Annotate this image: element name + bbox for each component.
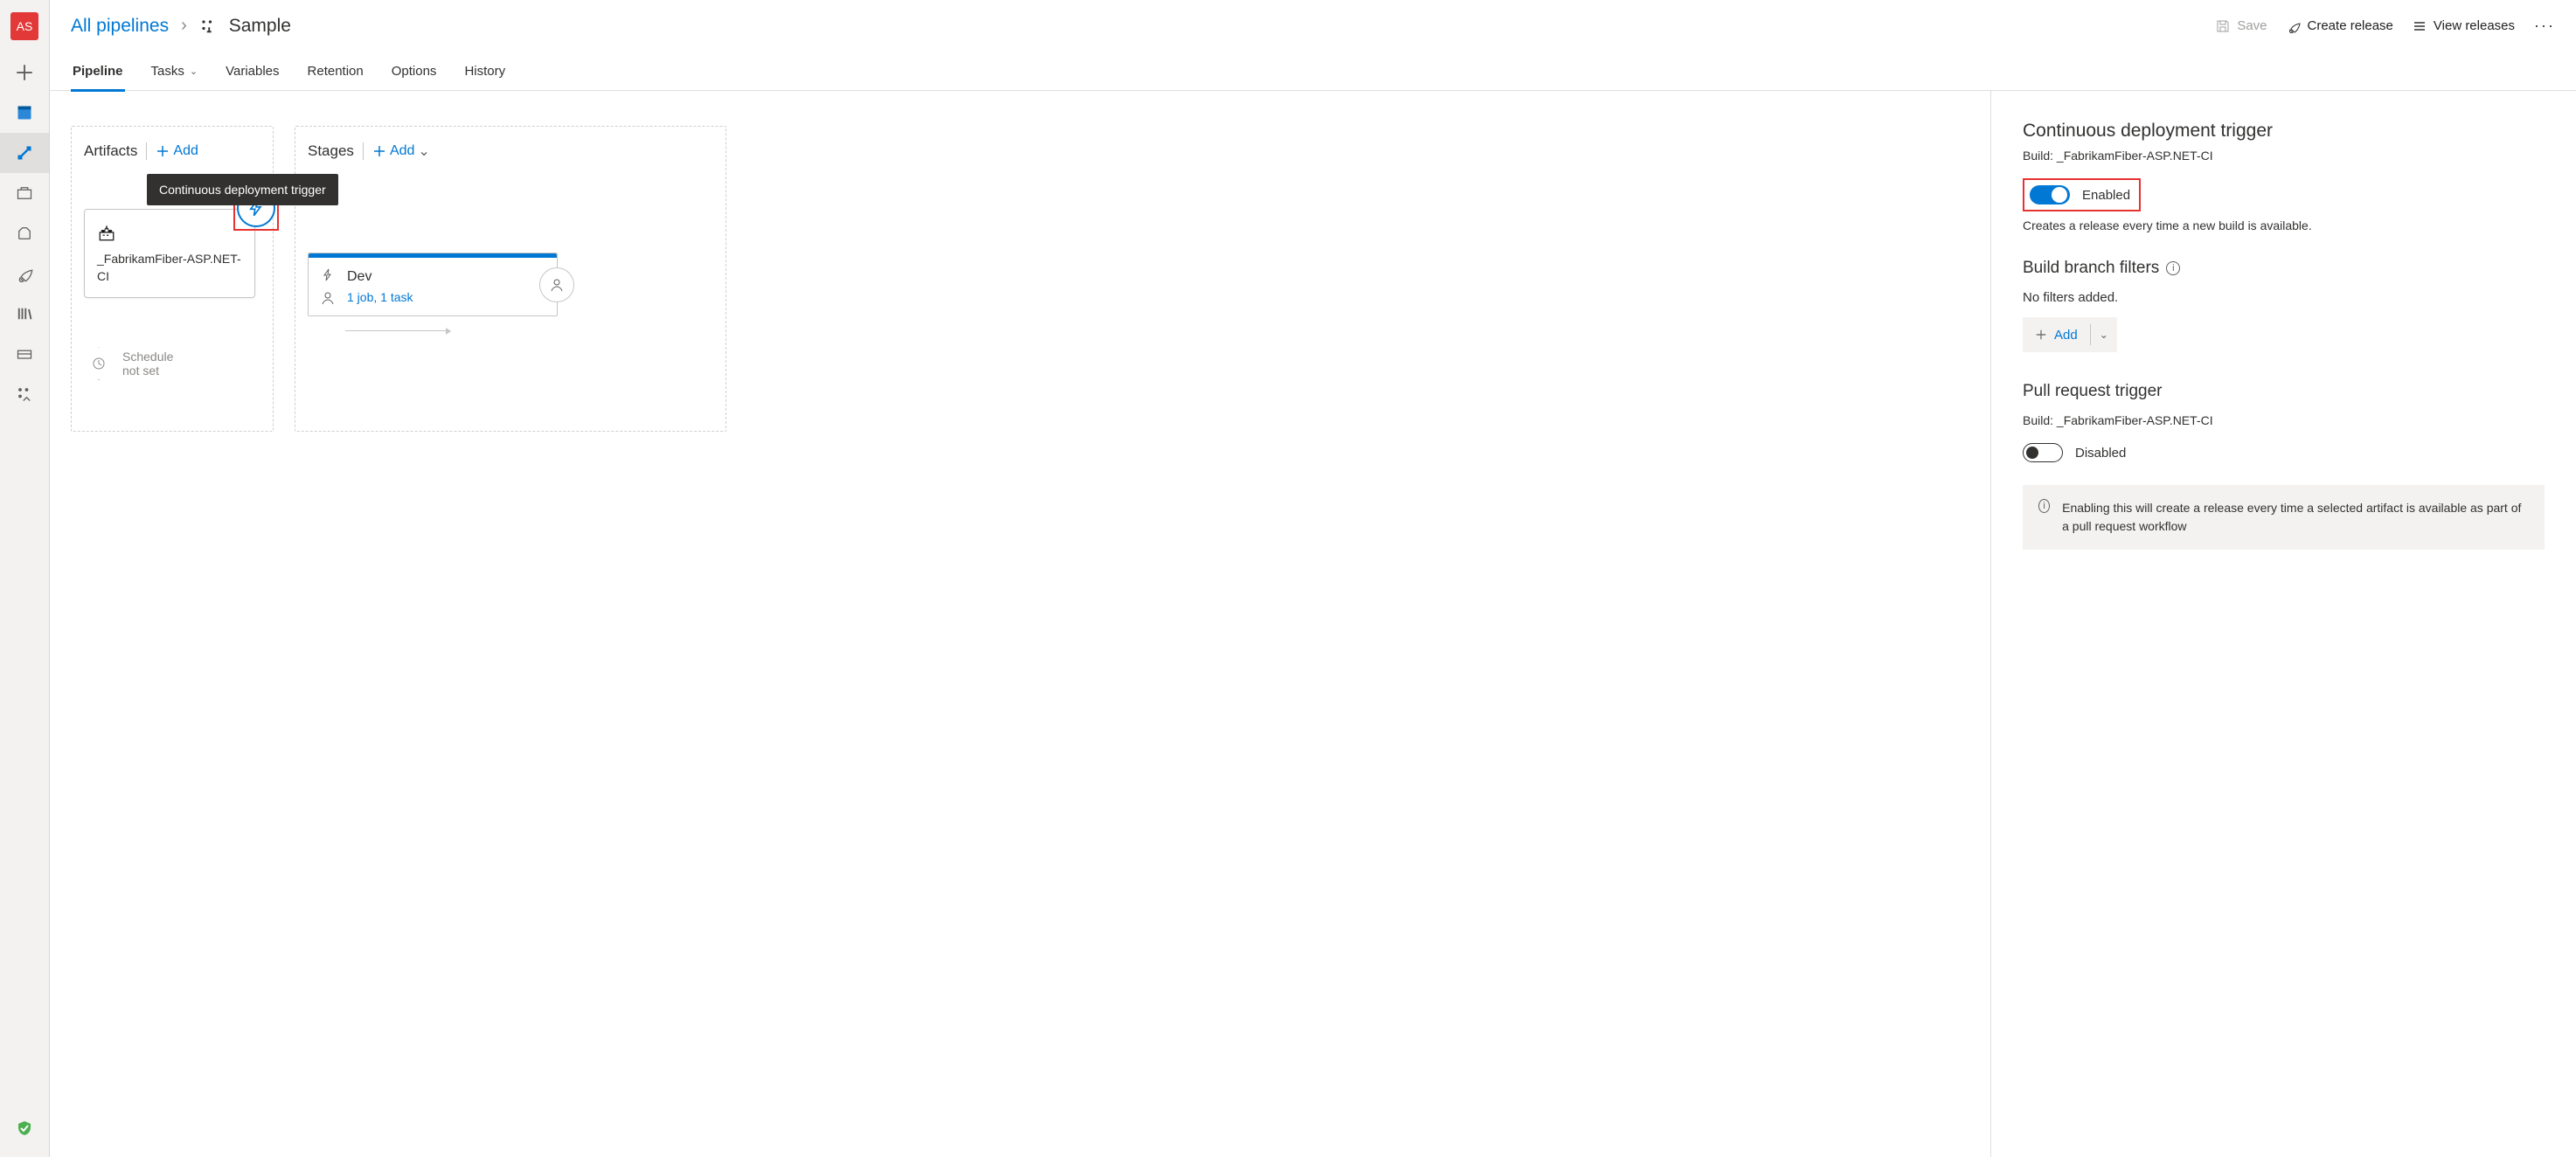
info-icon[interactable]: i [2166,261,2180,275]
person-icon [321,291,335,305]
person-icon [550,278,564,292]
pr-info-text: Enabling this will create a release ever… [2062,499,2529,536]
settings-panel: Continuous deployment trigger Build: _Fa… [1990,91,2576,1157]
info-icon: i [2038,499,2050,513]
lightning-small-icon [321,268,335,282]
pr-trigger-heading: Pull request trigger [2023,382,2545,401]
artifact-name: _FabrikamFiber-ASP.NET-CI [97,251,242,285]
predeploy-conditions[interactable] [321,268,335,305]
nav-boards[interactable] [0,93,49,133]
add-artifact-label: Add [173,143,198,159]
nav-library-icon[interactable] [0,294,49,334]
pr-enabled-toggle[interactable] [2023,443,2063,462]
breadcrumb-root-link[interactable]: All pipelines [71,16,169,37]
stages-section: Stages Add ⌄ [295,126,726,432]
schedule-chip[interactable]: Schedule not set [84,347,260,380]
view-releases-label: View releases [2434,18,2515,33]
nav-artifacts[interactable] [0,213,49,253]
add-artifact-button[interactable]: Add [156,143,198,159]
stage-jobs-link[interactable]: 1 job, 1 task [347,290,413,304]
add-filter-label: Add [2054,328,2078,343]
tab-history[interactable]: History [462,52,507,91]
cd-description: Creates a release every time a new build… [2023,218,2545,232]
pr-info-bar: i Enabling this will create a release ev… [2023,485,2545,550]
schedule-text: Schedule not set [122,350,184,378]
nav-security-shield-icon[interactable] [0,1108,49,1148]
build-source-icon [97,224,242,246]
postdeploy-conditions[interactable] [539,267,574,302]
add-stage-button[interactable]: Add ⌄ [372,142,430,160]
plus-icon [156,144,170,158]
page-title: Sample [229,16,291,37]
plus-icon [2035,329,2047,341]
nav-deploygroups-icon[interactable] [0,374,49,414]
branch-filters-label: Build branch filters [2023,259,2159,278]
cd-trigger-tooltip: Continuous deployment trigger [147,174,338,205]
nav-taskgroups-icon[interactable] [0,334,49,374]
pipeline-canvas: Artifacts Add Continuous deployment trig… [50,91,1990,1157]
add-filter-dropdown[interactable]: ⌄ [2091,329,2117,341]
stage-name: Dev [347,269,413,285]
tab-tasks[interactable]: Tasks ⌄ [149,52,200,91]
tab-variables[interactable]: Variables [224,52,281,91]
artifact-card[interactable]: _FabrikamFiber-ASP.NET-CI [84,209,255,298]
clock-icon [92,357,106,371]
save-icon [2216,19,2230,33]
breadcrumb-separator: › [181,16,187,36]
cd-trigger-heading: Continuous deployment trigger [2023,121,2545,142]
avatar[interactable]: AS [10,12,38,40]
create-release-label: Create release [2308,18,2393,33]
left-nav-rail: AS [0,0,50,1157]
list-icon [2413,19,2427,33]
branch-filters-heading: Build branch filters i [2023,259,2545,278]
cd-enabled-toggle[interactable] [2030,185,2070,204]
stages-title: Stages [308,142,354,160]
tab-options[interactable]: Options [390,52,439,91]
add-filter-main[interactable]: Add [2023,328,2090,343]
pr-disabled-label: Disabled [2075,446,2126,461]
artifacts-title: Artifacts [84,142,137,160]
release-definition-icon [199,17,217,35]
page-header: All pipelines › Sample Save Create relea… [50,0,2576,52]
tab-pipeline[interactable]: Pipeline [71,52,125,91]
create-release-button[interactable]: Create release [2287,18,2393,33]
breadcrumb: All pipelines › Sample [71,16,291,37]
no-filters-text: No filters added. [2023,290,2545,305]
view-releases-button[interactable]: View releases [2413,18,2515,33]
tab-retention[interactable]: Retention [306,52,365,91]
schedule-hex-icon [84,347,114,380]
divider [363,142,364,160]
pr-build-label: Build: _FabrikamFiber-ASP.NET-CI [2023,413,2545,427]
cd-enabled-label: Enabled [2082,188,2130,203]
plus-icon [372,144,386,158]
add-filter-splitbutton[interactable]: Add ⌄ [2023,317,2117,352]
cd-build-label: Build: _FabrikamFiber-ASP.NET-CI [2023,149,2545,163]
chevron-down-icon: ⌄ [190,66,198,77]
divider [146,142,147,160]
rocket-icon [2287,19,2301,33]
nav-add[interactable] [0,52,49,93]
chevron-down-icon: ⌄ [418,142,429,160]
artifacts-section: Artifacts Add Continuous deployment trig… [71,126,274,432]
tab-tasks-label: Tasks [151,64,184,79]
nav-pipelines[interactable] [0,133,49,173]
stage-card[interactable]: Dev 1 job, 1 task [308,253,558,316]
save-button[interactable]: Save [2216,18,2267,33]
nav-repos[interactable] [0,173,49,213]
nav-rocket-icon[interactable] [0,253,49,294]
save-label: Save [2237,18,2267,33]
enabled-highlight: Enabled [2023,178,2141,211]
more-actions-button[interactable]: ··· [2534,17,2555,35]
connector-line [345,330,450,331]
add-stage-label: Add [390,143,414,159]
tabs-bar: Pipeline Tasks ⌄ Variables Retention Opti… [50,52,2576,91]
